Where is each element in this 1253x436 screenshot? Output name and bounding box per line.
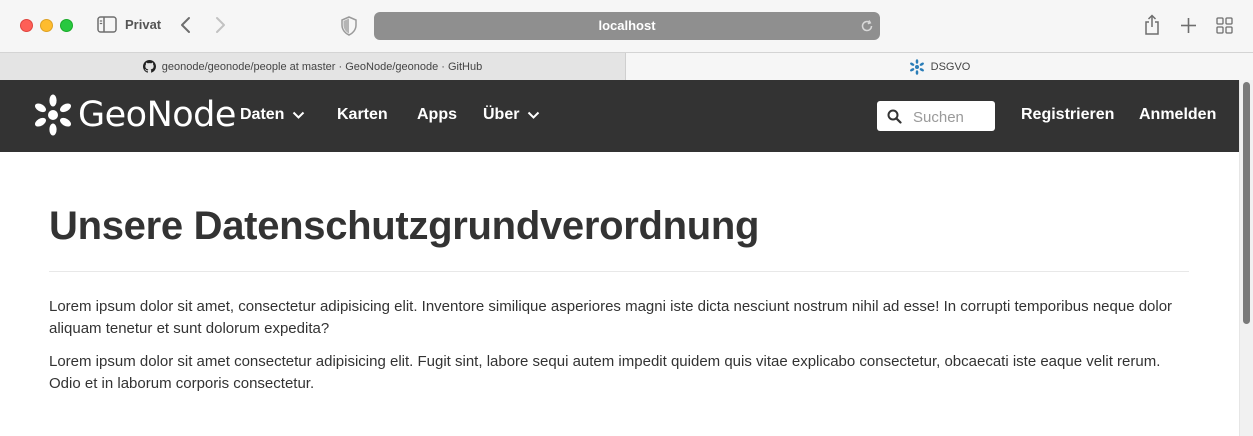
url-text: localhost: [598, 18, 656, 33]
nav-daten-dropdown[interactable]: Daten: [240, 106, 305, 124]
window-close-button[interactable]: [20, 19, 33, 32]
tab-dsgvo[interactable]: DSGVO: [626, 53, 1253, 80]
search-box: [877, 101, 995, 131]
github-icon: [142, 60, 156, 73]
nav-apps-label: Apps: [417, 106, 457, 123]
nav-ueber-label: Über: [483, 106, 520, 123]
geonode-favicon-icon: [909, 58, 924, 75]
geonode-logo[interactable]: GeoNode: [32, 94, 236, 136]
privacy-shield-icon[interactable]: [340, 16, 358, 36]
search-icon: [887, 109, 902, 124]
window-minimize-button[interactable]: [40, 19, 53, 32]
tab-github[interactable]: geonode/geonode/people at master · GeoNo…: [0, 53, 626, 80]
sidebar-toggle-icon[interactable]: [97, 16, 117, 33]
search-input[interactable]: [913, 106, 989, 128]
tab-bar: geonode/geonode/people at master · GeoNo…: [0, 52, 1253, 80]
site-navbar: GeoNode Daten Karten Apps Über Suchen Re…: [0, 80, 1239, 152]
register-link[interactable]: Registrieren: [1021, 106, 1114, 124]
login-link[interactable]: Anmelden: [1139, 106, 1216, 124]
new-tab-icon[interactable]: [1180, 17, 1197, 34]
scrollbar-thumb[interactable]: [1243, 82, 1250, 324]
private-mode-label: Privat: [125, 17, 162, 32]
login-label: Anmelden: [1139, 106, 1217, 123]
paragraph-1: Lorem ipsum dolor sit amet, consectetur …: [49, 298, 1173, 337]
share-icon[interactable]: [1143, 14, 1161, 36]
chevron-down-icon: [293, 111, 305, 119]
register-label: Registrieren: [1021, 106, 1115, 123]
page-title: Unsere Datenschutzgrundverordnung: [49, 204, 760, 248]
tab-title: geonode/geonode/people at master · GeoNo…: [161, 60, 483, 73]
nav-karten-label: Karten: [337, 106, 388, 123]
chevron-down-icon: [528, 111, 540, 119]
paragraph-2: Lorem ipsum dolor sit amet consectetur a…: [49, 353, 1161, 392]
back-icon[interactable]: [178, 14, 194, 36]
tab-overview-icon[interactable]: [1216, 17, 1233, 34]
address-bar[interactable]: localhost: [374, 12, 880, 40]
page-scrollbar[interactable]: [1239, 80, 1253, 436]
browser-toolbar: Privat localhost: [0, 0, 1253, 52]
title-divider: [49, 271, 1189, 272]
tab-title: DSGVO: [930, 60, 971, 73]
logo-text: GeoNode: [78, 95, 236, 135]
window-zoom-button[interactable]: [60, 19, 73, 32]
nav-apps-link[interactable]: Apps: [417, 106, 457, 124]
nav-ueber-dropdown[interactable]: Über: [483, 106, 540, 124]
nav-daten-label: Daten: [240, 106, 285, 123]
geonode-logo-icon: [35, 94, 71, 136]
nav-karten-link[interactable]: Karten: [337, 106, 388, 124]
forward-icon[interactable]: [212, 14, 228, 36]
reload-icon[interactable]: [860, 19, 874, 33]
page-viewport: GeoNode Daten Karten Apps Über Suchen Re…: [0, 80, 1239, 436]
